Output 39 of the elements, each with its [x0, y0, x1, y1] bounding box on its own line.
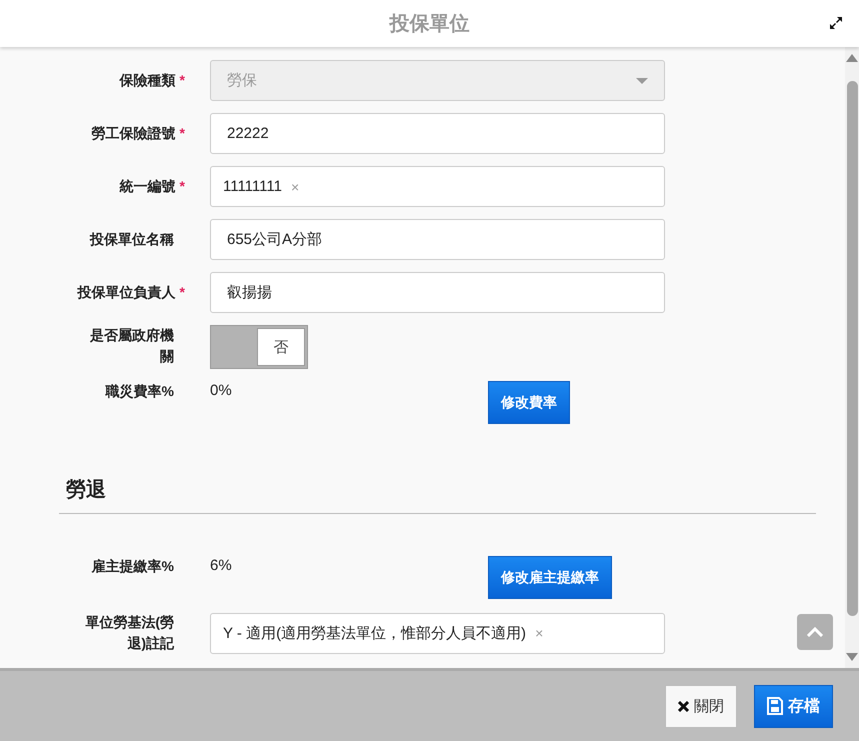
rate-value: 0% [210, 381, 233, 401]
tag-field[interactable]: Y - 適用(適用勞基法單位，惟部分人員不適用) × [210, 612, 665, 654]
field-label: 單位勞基法(勞退)註記 [85, 614, 174, 651]
field-label: 雇主提繳率% [92, 558, 174, 574]
scrollbar[interactable] [845, 47, 859, 668]
field-label: 勞工保險證號 [92, 125, 176, 141]
toggle-label: 否 [274, 338, 288, 356]
required-mark: * [180, 72, 185, 88]
section-title: 勞退 [65, 478, 107, 503]
scroll-down-icon[interactable] [846, 653, 858, 661]
required-mark: * [180, 178, 185, 194]
edit-rate-button[interactable]: 修改雇主提繳率 [488, 556, 612, 599]
toggle-switch[interactable]: 否 [210, 325, 308, 369]
required-mark: * [180, 125, 185, 141]
field-label: 統一編號 [120, 178, 176, 194]
caret-icon [636, 78, 648, 84]
window-title: 投保單位 [390, 12, 470, 37]
chevron-up-icon [807, 627, 823, 637]
expand-icon[interactable] [829, 16, 843, 30]
field-label: 保險種類 [120, 72, 176, 88]
edit-rate-button[interactable]: 修改費率 [488, 381, 570, 424]
tag-value: Y - 適用(適用勞基法單位，惟部分人員不適用) [223, 624, 526, 642]
back-to-top-button[interactable] [797, 614, 833, 650]
save-button[interactable]: 存檔 [754, 684, 833, 728]
field-label: 是否屬政府機關 [90, 327, 174, 364]
close-button[interactable]: 關閉 [665, 684, 737, 728]
scroll-up-icon[interactable] [846, 54, 858, 62]
input-field[interactable]: 655公司A分部 [210, 219, 665, 260]
field-label: 投保單位名稱 [90, 231, 174, 247]
input-field[interactable]: 叡揚揚 [210, 272, 665, 313]
tag-value: 11111111 [223, 178, 282, 195]
tag-field[interactable]: 11111111 × [210, 166, 665, 207]
rate-value: 6% [210, 556, 233, 576]
save-icon [767, 697, 783, 715]
field-label: 職災費率% [106, 383, 174, 399]
field-label: 投保單位負責人 [78, 284, 176, 300]
input-field[interactable]: 22222 [210, 113, 665, 154]
required-mark: * [180, 284, 185, 300]
close-icon [678, 700, 689, 712]
